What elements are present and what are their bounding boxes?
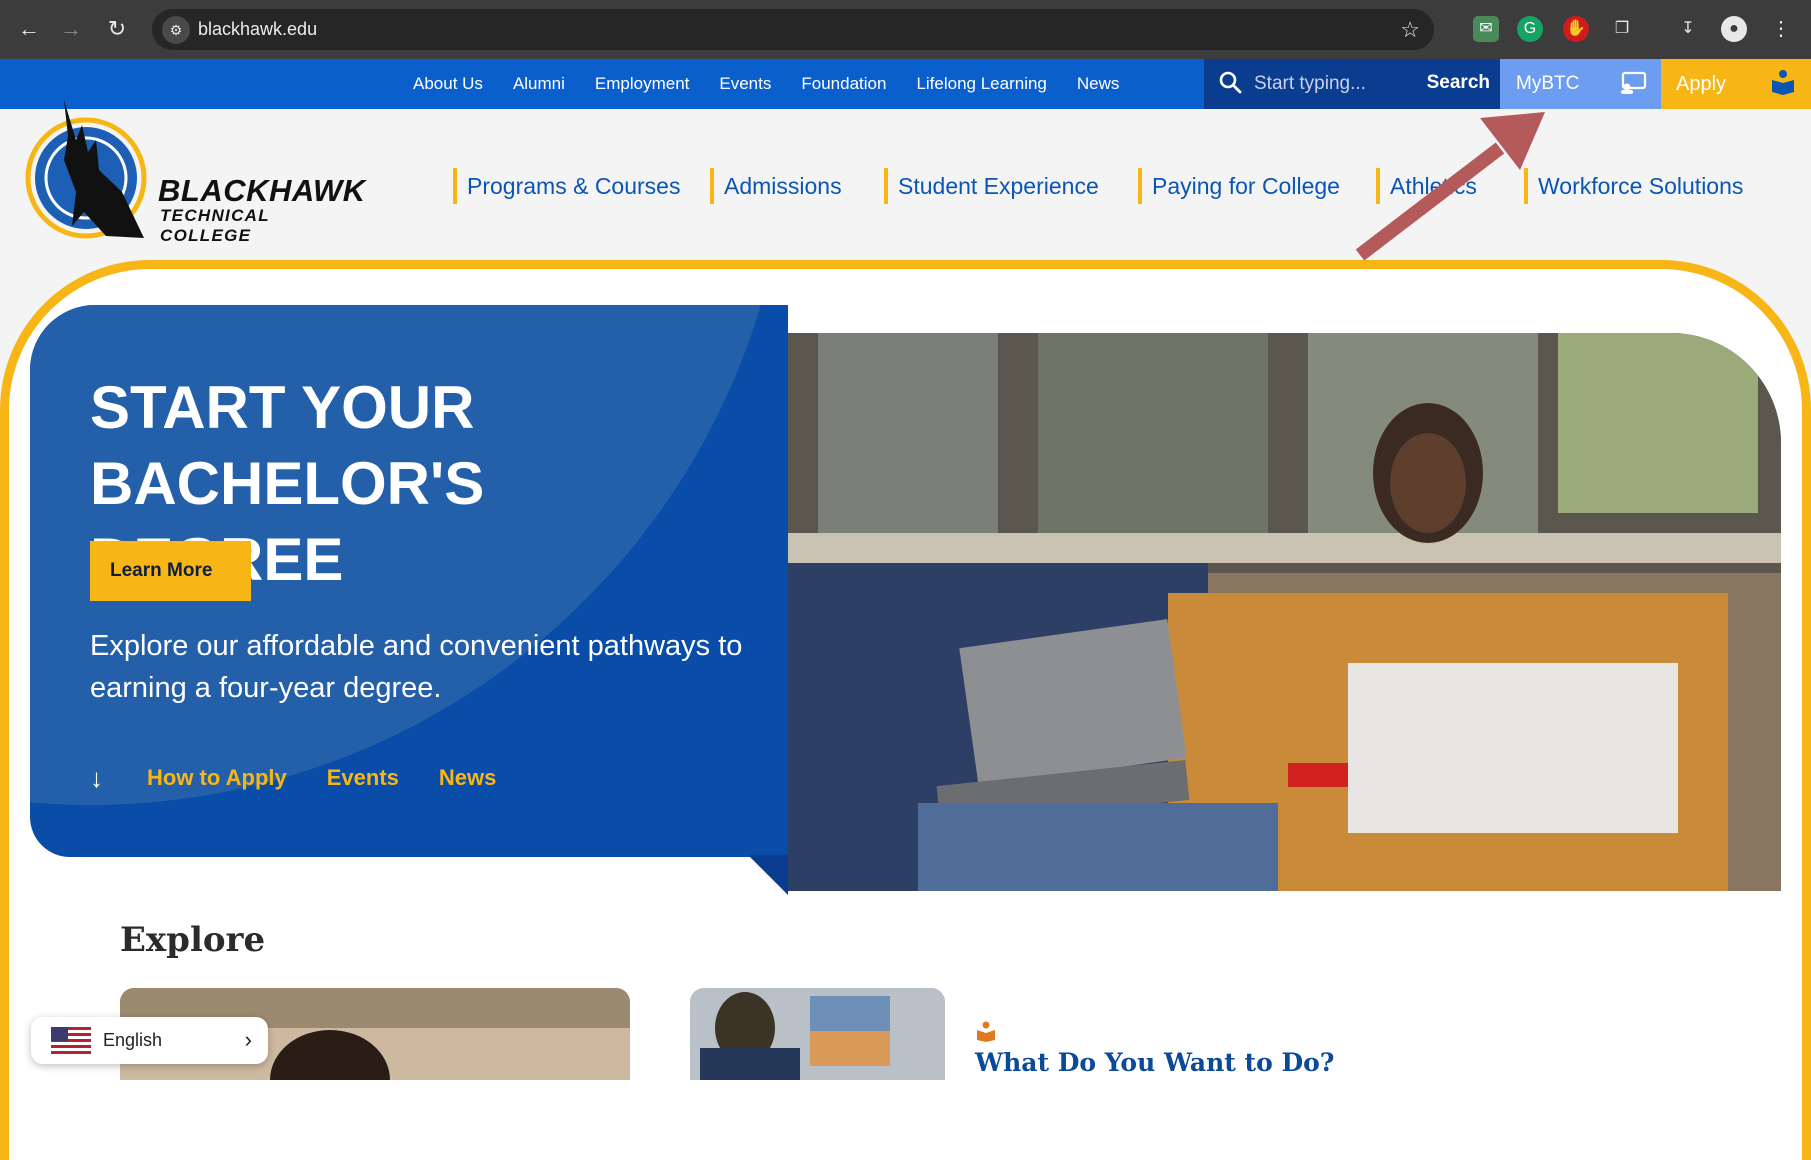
explore-card-photo-2[interactable] xyxy=(690,988,945,1080)
url-text: blackhawk.edu xyxy=(198,19,318,39)
hero-photo xyxy=(788,333,1781,891)
explore-heading: Explore xyxy=(120,920,266,960)
utility-link-foundation[interactable]: Foundation xyxy=(801,74,886,94)
reader-button[interactable] xyxy=(1755,59,1811,109)
us-flag-icon xyxy=(51,1027,91,1054)
language-label: English xyxy=(103,1030,163,1050)
reader-icon xyxy=(1772,70,1794,95)
hero-title-line1: START YOUR xyxy=(90,374,475,441)
puzzle-icon[interactable]: ❐ xyxy=(1609,16,1635,42)
grammarly-icon[interactable]: G xyxy=(1517,16,1543,42)
portal-screen-icon xyxy=(1621,71,1647,94)
apply-label: Apply xyxy=(1676,73,1727,95)
bookmark-star-icon[interactable]: ☆ xyxy=(1400,17,1420,43)
utility-link-news[interactable]: News xyxy=(1077,74,1120,94)
mybtc-label: MyBTC xyxy=(1516,73,1580,94)
apply-button[interactable]: Apply xyxy=(1661,59,1755,109)
mail-extension-icon[interactable]: ✉ xyxy=(1473,16,1499,42)
search-input[interactable]: Start typing... xyxy=(1254,73,1366,95)
adblock-icon[interactable]: ✋ xyxy=(1563,16,1589,42)
nav-admissions[interactable]: Admissions xyxy=(710,168,842,204)
address-bar[interactable]: ⚙ blackhawk.edu ☆ xyxy=(152,9,1434,50)
download-icon[interactable]: ↧ xyxy=(1675,16,1701,42)
mybtc-button[interactable]: MyBTC xyxy=(1500,59,1661,109)
search-button[interactable]: Search xyxy=(1427,72,1490,94)
chevron-right-icon: › xyxy=(244,1027,252,1052)
hero-link-how-to-apply[interactable]: How to Apply xyxy=(147,765,287,791)
hero-subtitle: Explore our affordable and convenient pa… xyxy=(90,630,743,704)
utility-link-employment[interactable]: Employment xyxy=(595,74,689,94)
panel-notch xyxy=(748,855,788,895)
learn-more-button[interactable]: Learn More xyxy=(90,541,251,601)
reader-orange-icon xyxy=(977,1021,995,1042)
card-heading-what-do-you-want[interactable]: What Do You Want to Do? xyxy=(975,1048,1334,1077)
browser-toolbar: ← → ↻ ⚙ blackhawk.edu ☆ ✉ G ✋ ❐ ↧ ● ⋮ xyxy=(0,0,1811,59)
kebab-menu-icon[interactable]: ⋮ xyxy=(1768,16,1794,42)
site-search[interactable]: Start typing... Search xyxy=(1204,59,1500,109)
utility-link-lifelong[interactable]: Lifelong Learning xyxy=(916,74,1046,94)
main-nav: Programs & Courses Admissions Student Ex… xyxy=(0,168,1811,204)
scroll-down-arrow-icon[interactable]: ↓ xyxy=(90,763,103,794)
nav-athletics[interactable]: Athletics xyxy=(1376,168,1477,204)
hero-link-events[interactable]: Events xyxy=(327,765,399,791)
profile-icon[interactable]: ● xyxy=(1721,16,1747,42)
site-settings-icon[interactable]: ⚙ xyxy=(162,16,190,44)
nav-student-experience[interactable]: Student Experience xyxy=(884,168,1099,204)
reload-icon[interactable]: ↻ xyxy=(104,14,130,44)
student-laptop-photo xyxy=(788,333,1781,891)
utility-link-about[interactable]: About Us xyxy=(413,74,483,94)
card-photo-2 xyxy=(690,988,945,1080)
forward-icon[interactable]: → xyxy=(58,14,84,44)
language-selector[interactable]: English › xyxy=(31,1017,268,1064)
logo-subtitle: TECHNICAL COLLEGE xyxy=(160,206,270,245)
nav-workforce-solutions[interactable]: Workforce Solutions xyxy=(1524,168,1743,204)
hero-links: ↓ How to Apply Events News xyxy=(90,760,536,796)
nav-programs-courses[interactable]: Programs & Courses xyxy=(453,168,680,204)
utility-link-events[interactable]: Events xyxy=(719,74,771,94)
utility-link-alumni[interactable]: Alumni xyxy=(513,74,565,94)
nav-paying-for-college[interactable]: Paying for College xyxy=(1138,168,1340,204)
search-icon xyxy=(1219,71,1242,94)
back-icon[interactable]: ← xyxy=(16,14,42,44)
hero-link-news[interactable]: News xyxy=(439,765,496,791)
